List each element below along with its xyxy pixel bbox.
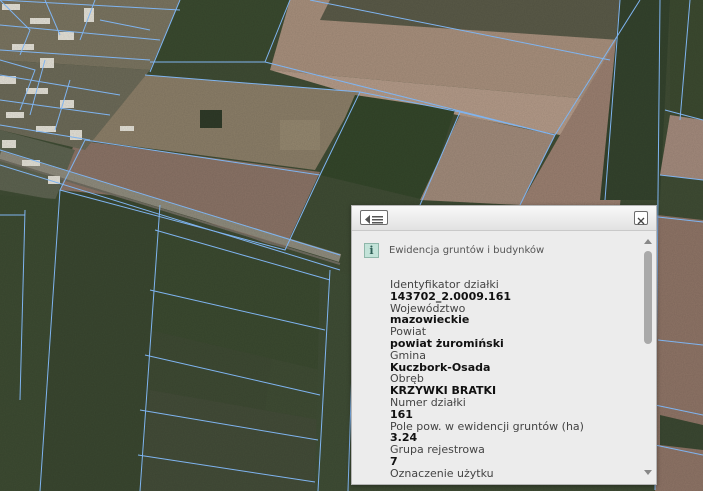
popup-scrollbar[interactable] bbox=[642, 237, 654, 479]
field-label: Oznaczenie użytku bbox=[390, 466, 494, 480]
popup-header bbox=[352, 206, 656, 231]
scrollbar-thumb[interactable] bbox=[644, 251, 652, 344]
field-value: 143702_2.0009.161 bbox=[390, 289, 512, 303]
field-label: Pole pow. w ewidencji gruntów (ha) bbox=[390, 419, 584, 433]
close-button[interactable] bbox=[634, 211, 648, 225]
list-toggle-button[interactable] bbox=[360, 210, 388, 225]
scroll-down-arrow-icon[interactable] bbox=[644, 470, 652, 475]
field-value: Kuczbork-Osada bbox=[390, 360, 491, 374]
field-value: mazowieckie bbox=[390, 313, 470, 327]
field-value: 161 bbox=[390, 407, 413, 421]
info-icon: i bbox=[364, 243, 379, 258]
field-label: Grupa rejestrowa bbox=[390, 443, 485, 457]
field-label: Gmina bbox=[390, 348, 427, 362]
field-label: Numer działki bbox=[390, 395, 466, 409]
scroll-up-arrow-icon[interactable] bbox=[644, 239, 652, 244]
close-icon bbox=[637, 217, 645, 225]
list-toggle-icon bbox=[365, 215, 383, 224]
info-title: Ewidencja gruntów i budynków bbox=[389, 245, 545, 256]
popup-content: i Ewidencja gruntów i budynków Identyfik… bbox=[352, 231, 640, 484]
info-header: i Ewidencja gruntów i budynków bbox=[364, 243, 544, 258]
field-value: 7 bbox=[390, 454, 398, 468]
parcel-attributes: Identyfikator działki 143702_2.0009.161 Wo… bbox=[390, 279, 635, 480]
parcel-info-popup: i Ewidencja gruntów i budynków Identyfik… bbox=[351, 205, 657, 485]
field-value: powiat żuromiński bbox=[390, 336, 504, 350]
